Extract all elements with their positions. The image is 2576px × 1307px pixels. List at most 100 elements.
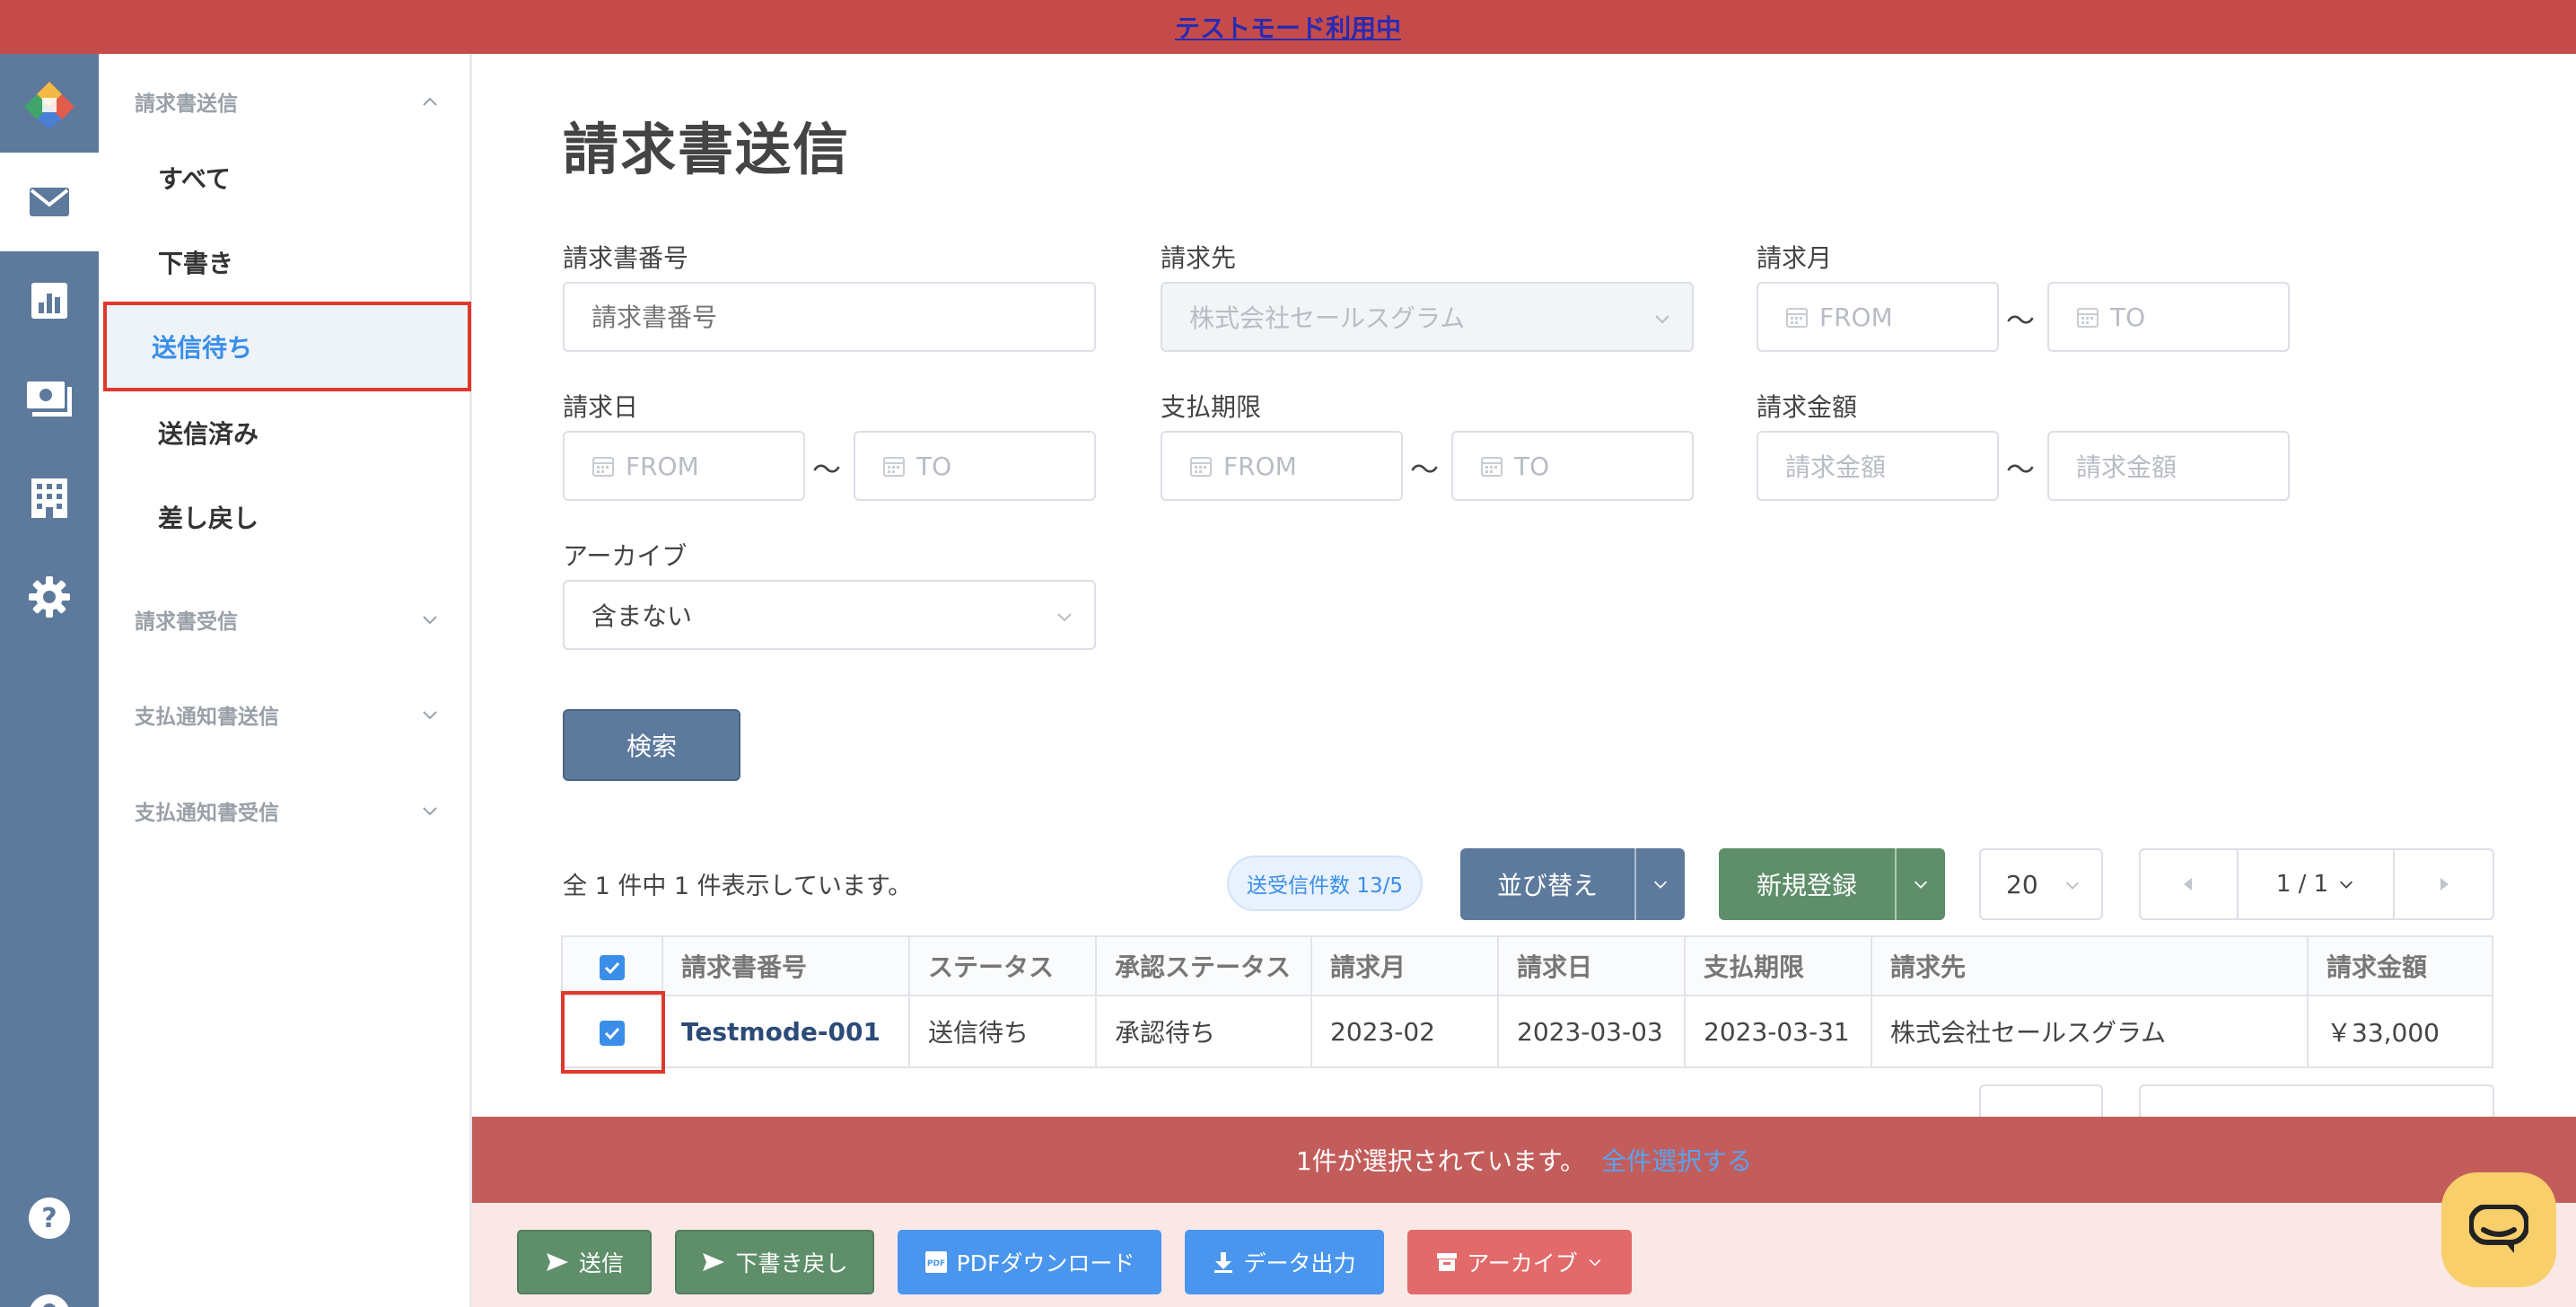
chevron-down-icon	[2340, 881, 2353, 889]
pdf-icon: PDF	[924, 1251, 947, 1273]
chevron-down-icon[interactable]	[1634, 848, 1685, 920]
select-all-link[interactable]: 全件選択する	[1601, 1142, 1752, 1178]
bottom-page-size-select[interactable]	[1979, 1084, 2103, 1117]
chevron-down-icon	[423, 616, 437, 625]
cell-approval: 承認待ち	[1095, 995, 1312, 1068]
new-register-button[interactable]: 新規登録	[1719, 848, 1945, 920]
client-select[interactable]: 株式会社セールスグラム	[1161, 282, 1694, 352]
archive-label: アーカイブ	[1467, 1250, 1578, 1276]
col-header-client[interactable]: 請求先	[1871, 935, 2309, 996]
test-mode-link[interactable]: テストモード利用中	[1175, 9, 1401, 45]
building-icon[interactable]	[0, 449, 99, 548]
col-header-due-date[interactable]: 支払期限	[1684, 935, 1872, 996]
revert-draft-button[interactable]: 下書き戻し	[675, 1230, 874, 1294]
billing-month-label: 請求月	[1757, 243, 1833, 273]
svg-text:PDF: PDF	[927, 1259, 945, 1268]
new-register-label: 新規登録	[1756, 871, 1857, 900]
invoice-no-input[interactable]	[563, 282, 1096, 352]
cell-amount: ￥33,000	[2307, 995, 2493, 1068]
invoice-date-to[interactable]: TO	[854, 431, 1096, 501]
next-page-button[interactable]	[2395, 850, 2493, 918]
col-header-billing-month[interactable]: 請求月	[1310, 935, 1499, 996]
sort-button[interactable]: 並び替え	[1460, 848, 1685, 920]
range-tilde: 〜	[2006, 303, 2036, 338]
billing-month-from[interactable]: FROM	[1757, 282, 1999, 352]
cell-invoice-no[interactable]: Testmode-001	[662, 995, 910, 1068]
col-header-amount[interactable]: 請求金額	[2307, 935, 2493, 996]
icon-rail: ?	[0, 54, 99, 1307]
test-mode-banner: テストモード利用中	[0, 0, 2576, 54]
user-icon[interactable]	[0, 1266, 99, 1307]
amount-to-input[interactable]: 請求金額	[2047, 431, 2290, 501]
search-button[interactable]: 検索	[563, 709, 740, 781]
send-icon	[703, 1253, 725, 1271]
pdf-download-button[interactable]: PDF PDFダウンロード	[898, 1230, 1161, 1294]
chevron-left-icon	[2184, 878, 2193, 890]
selection-text: 1件が選択されています。	[1295, 1146, 1586, 1176]
due-date-to[interactable]: TO	[1451, 431, 1694, 501]
archive-select[interactable]: 含まない	[563, 580, 1096, 650]
sidebar-group-invoice-receive[interactable]: 請求書受信	[135, 601, 440, 637]
chevron-right-icon	[2440, 878, 2449, 890]
invoice-link[interactable]: Testmode-001	[681, 1017, 881, 1047]
due-date-label: 支払期限	[1161, 392, 1262, 422]
amount-from-input[interactable]: 請求金額	[1757, 431, 1999, 501]
due-date-from-placeholder: FROM	[1223, 451, 1297, 481]
sort-label: 並び替え	[1496, 871, 1598, 900]
col-header-status[interactable]: ステータス	[908, 935, 1097, 996]
invoice-date-label: 請求日	[563, 392, 639, 422]
gear-icon[interactable]	[0, 548, 99, 646]
mail-icon[interactable]	[0, 153, 99, 251]
chat-icon[interactable]	[2441, 1172, 2556, 1287]
help-icon[interactable]: ?	[0, 1169, 99, 1268]
chevron-down-icon	[423, 711, 437, 720]
sidebar-item-returned[interactable]: 差し戻し	[151, 490, 456, 544]
sidebar-group-invoice-send[interactable]: 請求書送信	[135, 83, 440, 119]
archive-button[interactable]: アーカイブ	[1407, 1230, 1632, 1294]
send-button[interactable]: 送信	[517, 1230, 652, 1294]
sidebar-item-label: 下書き	[158, 249, 234, 278]
invoice-date-to-placeholder: TO	[916, 451, 952, 481]
data-export-button[interactable]: データ出力	[1185, 1230, 1384, 1294]
chart-icon[interactable]	[0, 251, 99, 350]
prev-page-button[interactable]	[2141, 850, 2239, 918]
col-header-invoice-no[interactable]: 請求書番号	[662, 935, 910, 996]
col-header-invoice-date[interactable]: 請求日	[1497, 935, 1686, 996]
sidebar-item-all[interactable]: すべて	[151, 151, 456, 205]
page-select[interactable]: 1 / 1	[2239, 850, 2396, 918]
chevron-down-icon[interactable]	[1895, 848, 1945, 920]
logo-icon[interactable]	[0, 54, 99, 153]
due-date-from[interactable]: FROM	[1161, 431, 1403, 501]
range-tilde: 〜	[812, 452, 842, 487]
table-row[interactable]: Testmode-001 送信待ち 承認待ち 2023-02 2023-03-0…	[561, 995, 2493, 1068]
chevron-down-icon	[423, 807, 437, 816]
amount-from-placeholder: 請求金額	[1785, 452, 1887, 482]
sidebar-group-payment-receive[interactable]: 支払通知書受信	[135, 793, 440, 829]
amount-label: 請求金額	[1757, 392, 1858, 422]
page-size-value: 20	[2006, 869, 2038, 899]
bottom-pagination[interactable]	[2139, 1084, 2494, 1117]
chevron-down-icon	[1589, 1259, 1601, 1267]
sidebar-item-pending[interactable]: 送信待ち	[103, 302, 471, 391]
sidebar-item-label: 送信待ち	[152, 333, 253, 363]
calendar-icon	[1786, 308, 1808, 328]
col-header-approval[interactable]: 承認ステータス	[1095, 935, 1312, 996]
sidebar-item-drafts[interactable]: 下書き	[151, 235, 456, 289]
sidebar-item-label: 差し戻し	[158, 504, 259, 533]
pagination: 1 / 1	[2139, 848, 2494, 920]
send-label: 送信	[578, 1250, 624, 1276]
page-size-select[interactable]: 20	[1979, 848, 2103, 920]
sidebar-group-label: 請求書受信	[135, 610, 238, 634]
sidebar-group-payment-send[interactable]: 支払通知書送信	[135, 697, 440, 732]
calendar-icon	[2077, 308, 2098, 328]
sidebar-item-sent[interactable]: 送信済み	[151, 406, 456, 460]
invoice-date-from[interactable]: FROM	[563, 431, 805, 501]
due-date-to-placeholder: TO	[1514, 451, 1550, 481]
chevron-down-icon	[2065, 882, 2080, 890]
revert-draft-label: 下書き戻し	[735, 1250, 848, 1276]
invoice-table: 請求書番号 ステータス 承認ステータス 請求月 請求日 支払期限 請求先 請求金…	[561, 935, 2493, 1068]
select-all-checkbox[interactable]	[600, 954, 625, 980]
calendar-icon	[592, 457, 614, 477]
billing-month-to[interactable]: TO	[2047, 282, 2290, 352]
payment-icon[interactable]	[0, 350, 99, 449]
